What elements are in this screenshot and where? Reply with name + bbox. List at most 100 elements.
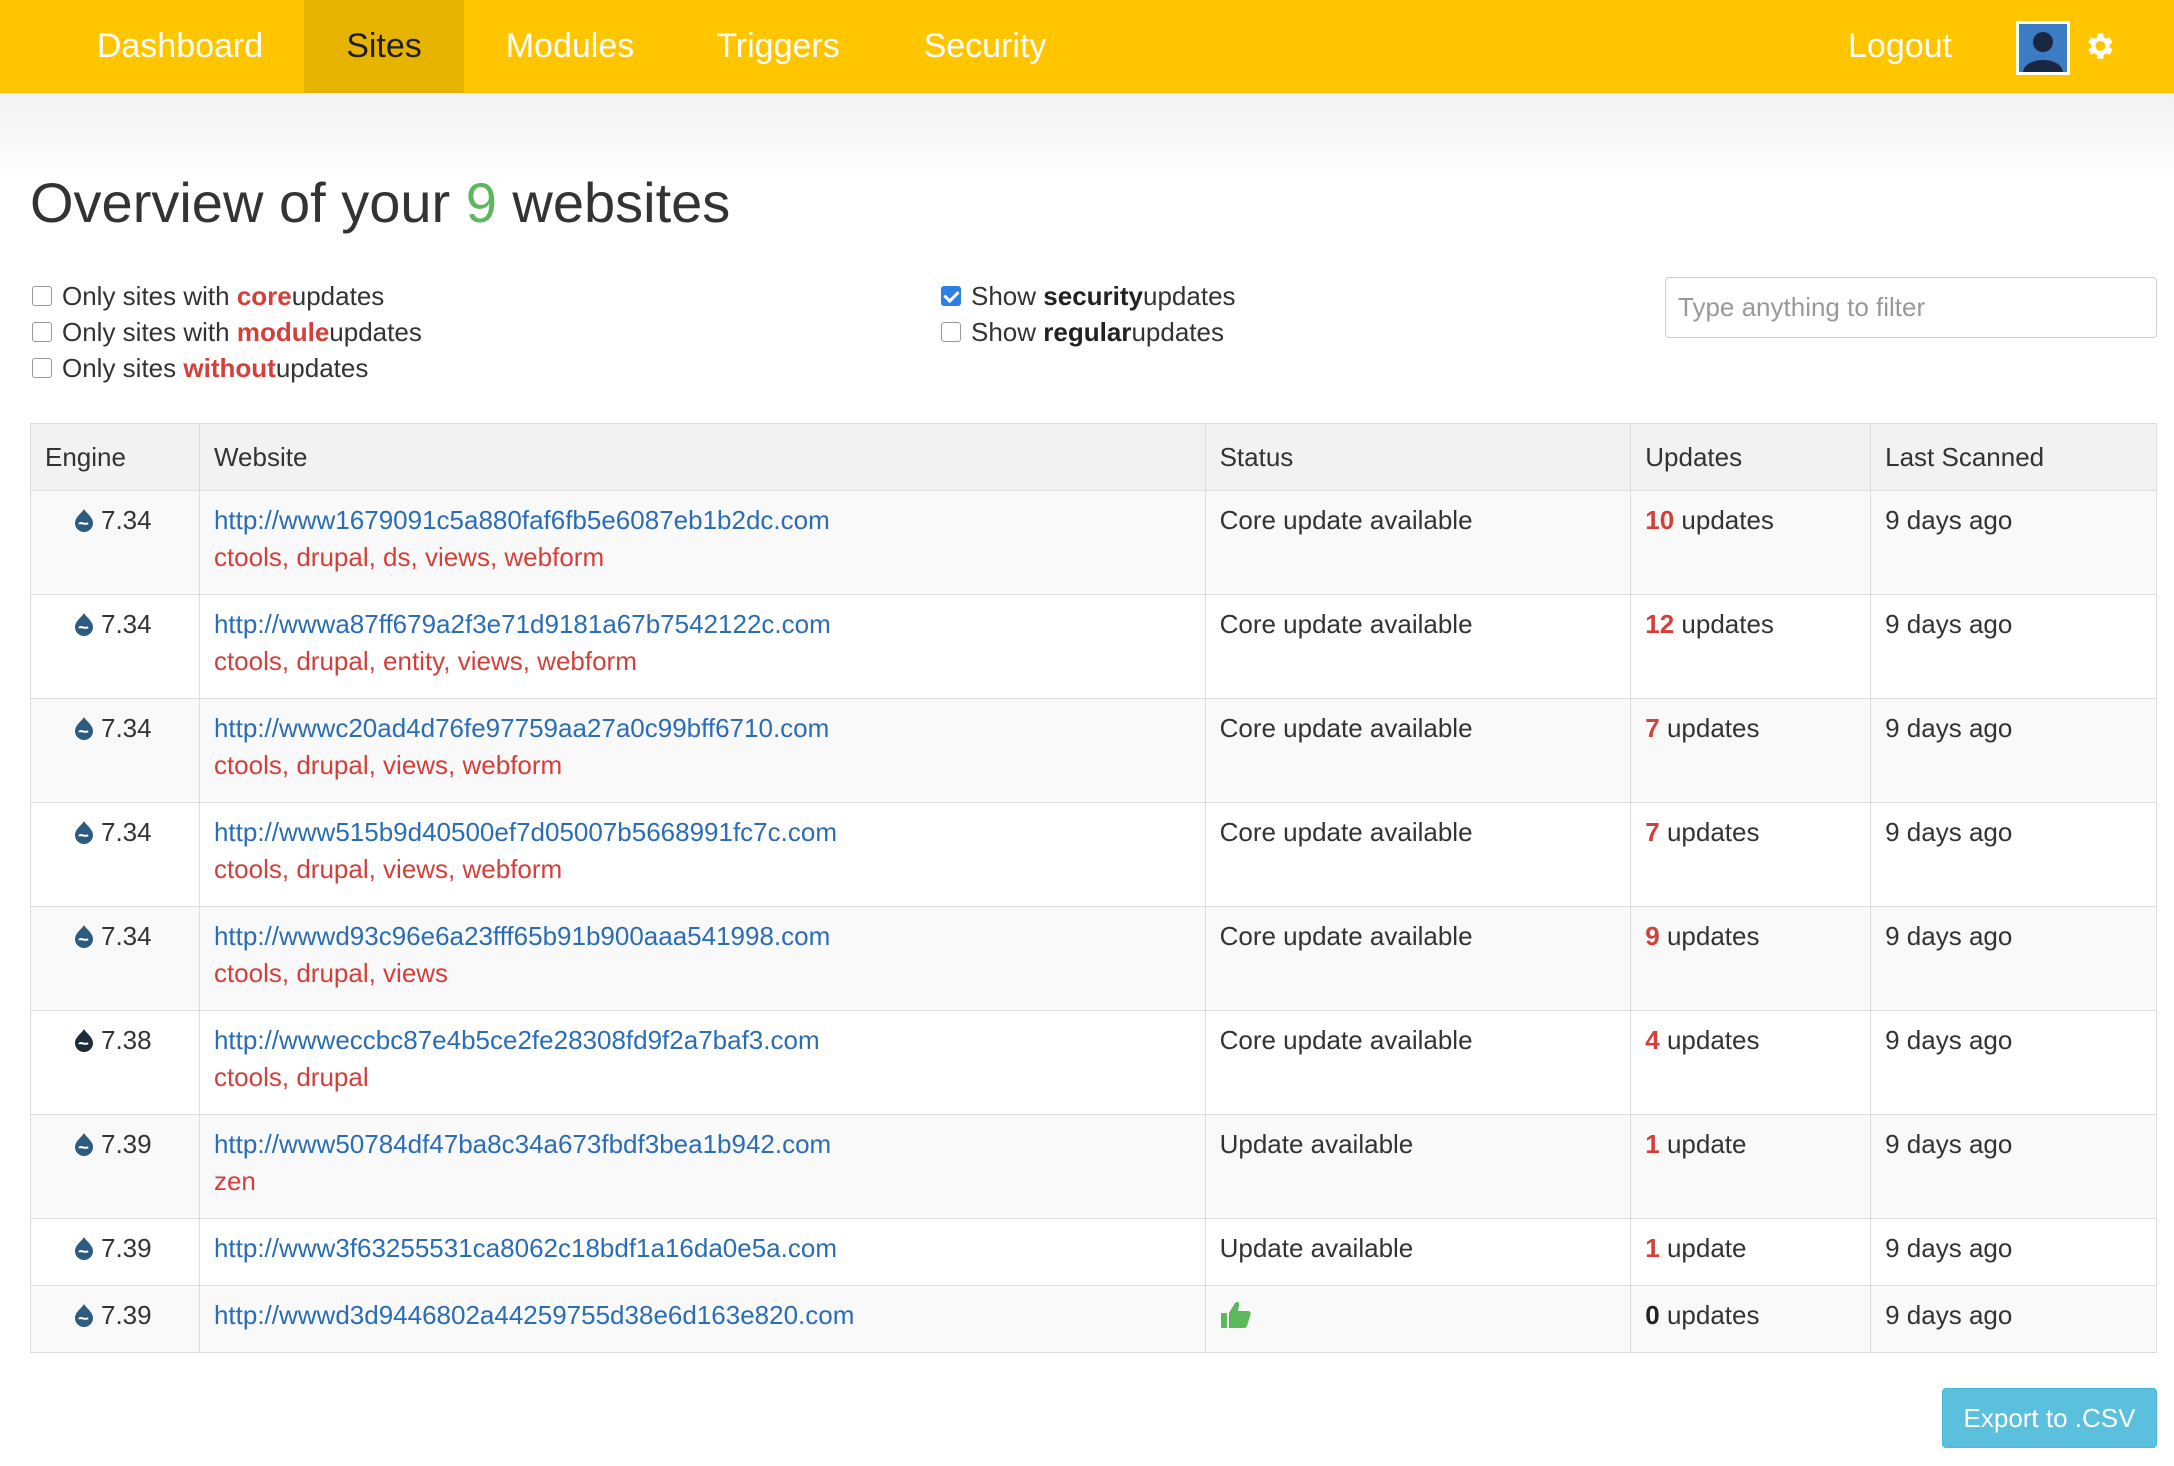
filter-core-updates[interactable]: Only sites with core updates bbox=[32, 278, 384, 314]
site-url-link[interactable]: http://www1679091c5a880faf6fb5e6087eb1b2… bbox=[214, 505, 830, 535]
last-scanned-cell: 9 days ago bbox=[1870, 698, 2157, 803]
logout-link[interactable]: Logout bbox=[1830, 0, 1970, 93]
table-row[interactable]: 7.34 http://wwwd93c96e6a23fff65b91b900aaa… bbox=[30, 906, 2157, 1011]
filter-security-checkbox[interactable] bbox=[941, 286, 961, 306]
filter-without-pre: Only sites bbox=[62, 352, 177, 383]
site-url-link[interactable]: http://wwwd3d9446802a44259755d38e6d163e8… bbox=[214, 1300, 854, 1330]
top-navbar: Dashboard Sites Modules Triggers Securit… bbox=[0, 0, 2174, 93]
engine-cell: 7.34 bbox=[30, 906, 200, 1011]
col-status[interactable]: Status bbox=[1204, 423, 1632, 491]
drupal-drop-icon bbox=[75, 509, 93, 532]
table-row[interactable]: 7.39 http://www50784df47ba8c34a673fbdf3be… bbox=[30, 1114, 2157, 1219]
search-input[interactable] bbox=[1665, 277, 2157, 338]
drupal-drop-icon bbox=[75, 821, 93, 844]
filter-security-updates[interactable]: Show security updates bbox=[941, 278, 1236, 314]
table-row[interactable]: 7.34 http://wwwc20ad4d76fe97759aa27a0c99b… bbox=[30, 698, 2157, 803]
updates-cell: 7 updates bbox=[1630, 802, 1872, 907]
update-unit: updates bbox=[1674, 505, 1774, 535]
status-cell: Update available bbox=[1204, 1218, 1632, 1286]
update-unit: updates bbox=[1659, 713, 1760, 743]
engine-version: 7.39 bbox=[101, 1300, 152, 1330]
status-cell: Core update available bbox=[1204, 906, 1632, 1011]
update-count: 10 bbox=[1645, 505, 1675, 535]
engine-cell: 7.34 bbox=[30, 802, 200, 907]
nav-security[interactable]: Security bbox=[905, 0, 1065, 93]
site-url-link[interactable]: http://www50784df47ba8c34a673fbdf3bea1b9… bbox=[214, 1129, 831, 1159]
status-text: Core update available bbox=[1219, 713, 1473, 743]
status-cell: Update available bbox=[1204, 1114, 1632, 1219]
website-cell: http://wwwa87ff679a2f3e71d9181a67b754212… bbox=[198, 594, 1206, 699]
col-website[interactable]: Website bbox=[198, 423, 1206, 491]
site-url-link[interactable]: http://www3f63255531ca8062c18bdf1a16da0e… bbox=[214, 1233, 837, 1263]
drupal-drop-icon bbox=[75, 717, 93, 740]
update-count: 0 bbox=[1645, 1300, 1660, 1330]
last-scanned-cell: 9 days ago bbox=[1870, 802, 2157, 907]
last-scanned-cell: 9 days ago bbox=[1870, 1285, 2157, 1353]
export-csv-button[interactable]: Export to .CSV bbox=[1942, 1388, 2157, 1448]
gear-glyph bbox=[2088, 33, 2113, 59]
site-modules: ctools, drupal, views, webform bbox=[213, 750, 563, 780]
table-body: 7.34 http://www1679091c5a880faf6fb5e6087e… bbox=[30, 490, 2157, 1353]
engine-version: 7.34 bbox=[101, 817, 152, 847]
status-cell: Core update available bbox=[1204, 802, 1632, 907]
status-text: Core update available bbox=[1219, 817, 1473, 847]
nav-modules[interactable]: Modules bbox=[490, 0, 650, 93]
nav-sites[interactable]: Sites bbox=[304, 0, 464, 93]
table-row[interactable]: 7.39 http://www3f63255531ca8062c18bdf1a16… bbox=[30, 1218, 2157, 1286]
title-suffix: websites bbox=[496, 171, 731, 234]
filter-without-em: without bbox=[183, 352, 276, 383]
filter-without-checkbox[interactable] bbox=[32, 358, 52, 378]
filter-regular-updates[interactable]: Show regular updates bbox=[941, 314, 1224, 350]
site-url-link[interactable]: http://www515b9d40500ef7d05007b5668991fc… bbox=[214, 817, 837, 847]
col-updates[interactable]: Updates bbox=[1630, 423, 1872, 491]
engine-cell: 7.38 bbox=[30, 1010, 200, 1115]
updates-cell: 9 updates bbox=[1630, 906, 1872, 1011]
gear-icon[interactable] bbox=[2082, 26, 2116, 66]
update-unit: update bbox=[1659, 1233, 1747, 1263]
update-count: 1 bbox=[1645, 1129, 1660, 1159]
engine-version: 7.34 bbox=[101, 609, 152, 639]
table-row[interactable]: 7.34 http://www515b9d40500ef7d05007b56689… bbox=[30, 802, 2157, 907]
title-prefix: Overview of your bbox=[30, 171, 466, 234]
last-scanned-text: 9 days ago bbox=[1885, 713, 2013, 743]
filter-core-checkbox[interactable] bbox=[32, 286, 52, 306]
site-count: 9 bbox=[465, 171, 497, 234]
website-cell: http://www515b9d40500ef7d05007b5668991fc… bbox=[198, 802, 1206, 907]
website-cell: http://www50784df47ba8c34a673fbdf3bea1b9… bbox=[198, 1114, 1206, 1219]
update-count: 4 bbox=[1645, 1025, 1660, 1055]
table-row[interactable]: 7.39 http://wwwd3d9446802a44259755d38e6d1… bbox=[30, 1285, 2157, 1353]
website-cell: http://wwwd93c96e6a23fff65b91b900aaa5419… bbox=[198, 906, 1206, 1011]
site-url-link[interactable]: http://wwwa87ff679a2f3e71d9181a67b754212… bbox=[214, 609, 831, 639]
status-text: Update available bbox=[1219, 1129, 1414, 1159]
website-cell: http://www1679091c5a880faf6fb5e6087eb1b2… bbox=[198, 490, 1206, 595]
site-url-link[interactable]: http://wwweccbc87e4b5ce2fe28308fd9f2a7ba… bbox=[214, 1025, 820, 1055]
col-last-scanned[interactable]: Last Scanned bbox=[1870, 423, 2157, 491]
engine-cell: 7.39 bbox=[30, 1114, 200, 1219]
last-scanned-text: 9 days ago bbox=[1885, 1233, 2013, 1263]
user-avatar-icon[interactable] bbox=[2016, 21, 2070, 75]
filter-module-post: updates bbox=[329, 316, 422, 347]
filter-without-updates[interactable]: Only sites without updates bbox=[32, 350, 368, 386]
engine-cell: 7.34 bbox=[30, 698, 200, 803]
drupal-drop-icon bbox=[75, 925, 93, 948]
nav-triggers[interactable]: Triggers bbox=[700, 0, 856, 93]
filter-module-updates[interactable]: Only sites with module updates bbox=[32, 314, 422, 350]
filter-regular-checkbox[interactable] bbox=[941, 322, 961, 342]
update-unit: updates bbox=[1659, 921, 1760, 951]
table-row[interactable]: 7.34 http://www1679091c5a880faf6fb5e6087e… bbox=[30, 490, 2157, 595]
site-url-link[interactable]: http://wwwc20ad4d76fe97759aa27a0c99bff67… bbox=[214, 713, 829, 743]
engine-version: 7.39 bbox=[101, 1233, 152, 1263]
table-row[interactable]: 7.34 http://wwwa87ff679a2f3e71d9181a67b75… bbox=[30, 594, 2157, 699]
table-row[interactable]: 7.38 http://wwweccbc87e4b5ce2fe28308fd9f2… bbox=[30, 1010, 2157, 1115]
filter-security-post: updates bbox=[1143, 280, 1236, 311]
status-text: Core update available bbox=[1219, 505, 1473, 535]
drupal-drop-icon bbox=[75, 1304, 93, 1327]
site-modules: zen bbox=[213, 1166, 256, 1196]
filter-module-checkbox[interactable] bbox=[32, 322, 52, 342]
drupal-drop-icon bbox=[75, 613, 93, 636]
site-url-link[interactable]: http://wwwd93c96e6a23fff65b91b900aaa5419… bbox=[214, 921, 830, 951]
status-text: Update available bbox=[1219, 1233, 1414, 1263]
col-engine[interactable]: Engine bbox=[30, 423, 200, 491]
filter-core-pre: Only sites with bbox=[62, 280, 230, 311]
nav-dashboard[interactable]: Dashboard bbox=[70, 0, 290, 93]
